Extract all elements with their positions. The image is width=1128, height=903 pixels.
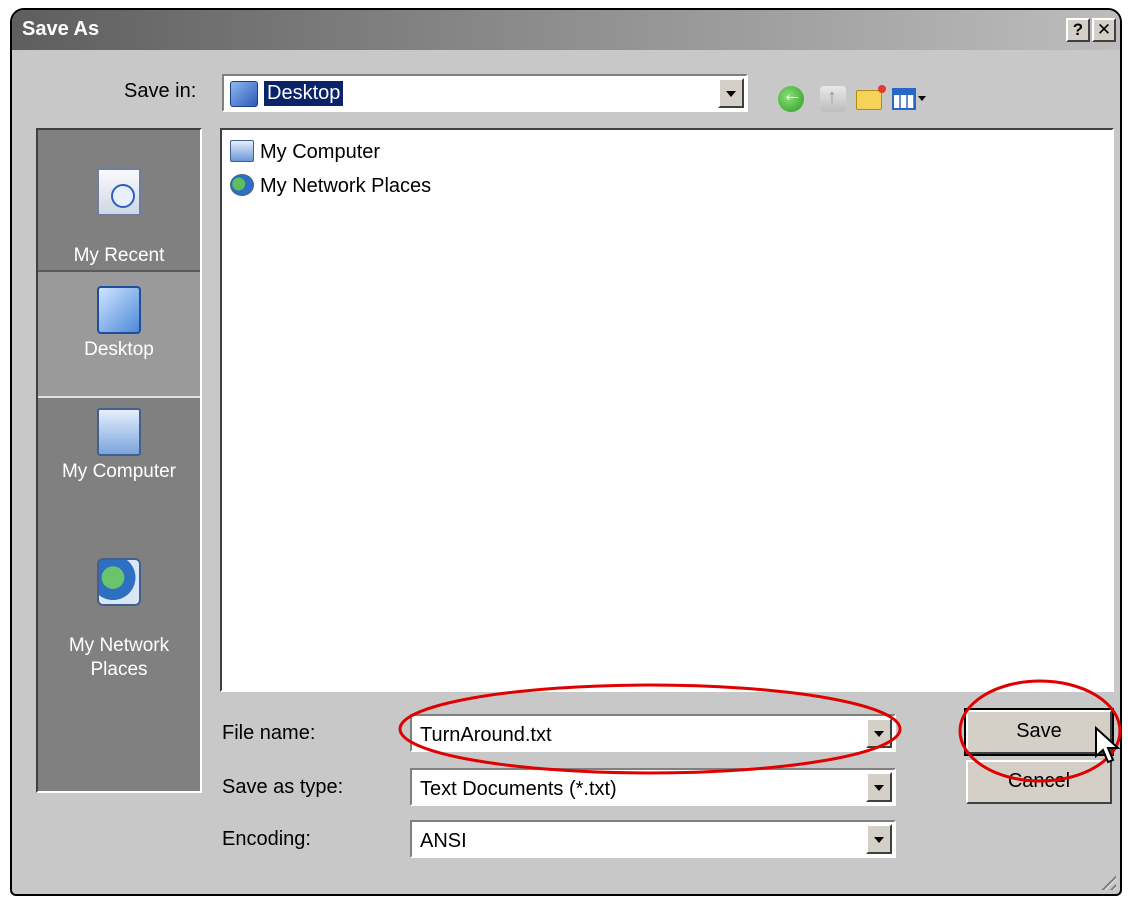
place-my-computer[interactable]: My Computer [38, 408, 200, 518]
file-name-value: TurnAround.txt [420, 724, 552, 746]
save-as-type-select[interactable]: Text Documents (*.txt) [410, 768, 896, 806]
resize-grip[interactable] [1098, 872, 1116, 890]
place-desktop[interactable]: Desktop [38, 270, 200, 398]
save-as-type-label: Save as type: [222, 776, 344, 798]
views-dropdown-arrow-icon[interactable] [918, 96, 926, 101]
place-label: My Network Places [68, 635, 170, 680]
list-item-label: My Network Places [260, 175, 432, 197]
file-name-label: File name: [222, 722, 316, 744]
save-in-value: Desktop [264, 81, 344, 106]
save-button[interactable]: Save [964, 708, 1114, 756]
place-label: My Computer [61, 461, 177, 482]
places-bar: My Recent Documents Desktop My Computer … [36, 128, 202, 793]
desktop-icon [97, 286, 141, 334]
file-list[interactable]: My Computer My Network Places [220, 128, 1114, 692]
my-computer-icon [97, 408, 141, 456]
save-in-dropdown-button[interactable] [718, 78, 744, 108]
encoding-dropdown-button[interactable] [866, 824, 892, 854]
file-name-field[interactable]: TurnAround.txt [410, 714, 896, 752]
desktop-icon [230, 81, 258, 107]
close-button[interactable]: ✕ [1092, 18, 1116, 42]
views-menu-icon[interactable] [892, 88, 916, 110]
list-item-label: My Computer [260, 141, 381, 163]
save-as-type-value: Text Documents (*.txt) [420, 778, 617, 800]
network-places-icon [97, 558, 141, 606]
cancel-button[interactable]: Cancel [966, 760, 1112, 804]
save-as-type-dropdown-button[interactable] [866, 772, 892, 802]
back-icon[interactable] [778, 84, 804, 112]
file-name-dropdown-button[interactable] [866, 718, 892, 748]
place-my-recent-documents[interactable]: My Recent Documents [38, 144, 200, 290]
save-as-dialog: Save As ? ✕ Save in: Desktop My Recent D… [10, 8, 1122, 896]
place-label: Desktop [84, 339, 154, 360]
network-places-icon [230, 174, 254, 196]
help-button[interactable]: ? [1066, 18, 1090, 42]
save-in-label: Save in: [124, 80, 197, 102]
encoding-value: ANSI [420, 830, 467, 852]
up-folder-icon[interactable] [820, 86, 846, 112]
place-my-network-places[interactable]: My Network Places [38, 534, 200, 680]
new-folder-icon[interactable] [856, 85, 886, 110]
my-computer-icon [230, 140, 254, 162]
title-bar[interactable]: Save As ? ✕ [12, 10, 1120, 50]
save-in-combo[interactable]: Desktop [222, 74, 748, 112]
window-title: Save As [22, 18, 100, 40]
encoding-label: Encoding: [222, 828, 311, 850]
encoding-select[interactable]: ANSI [410, 820, 896, 858]
recent-documents-icon [97, 168, 141, 216]
